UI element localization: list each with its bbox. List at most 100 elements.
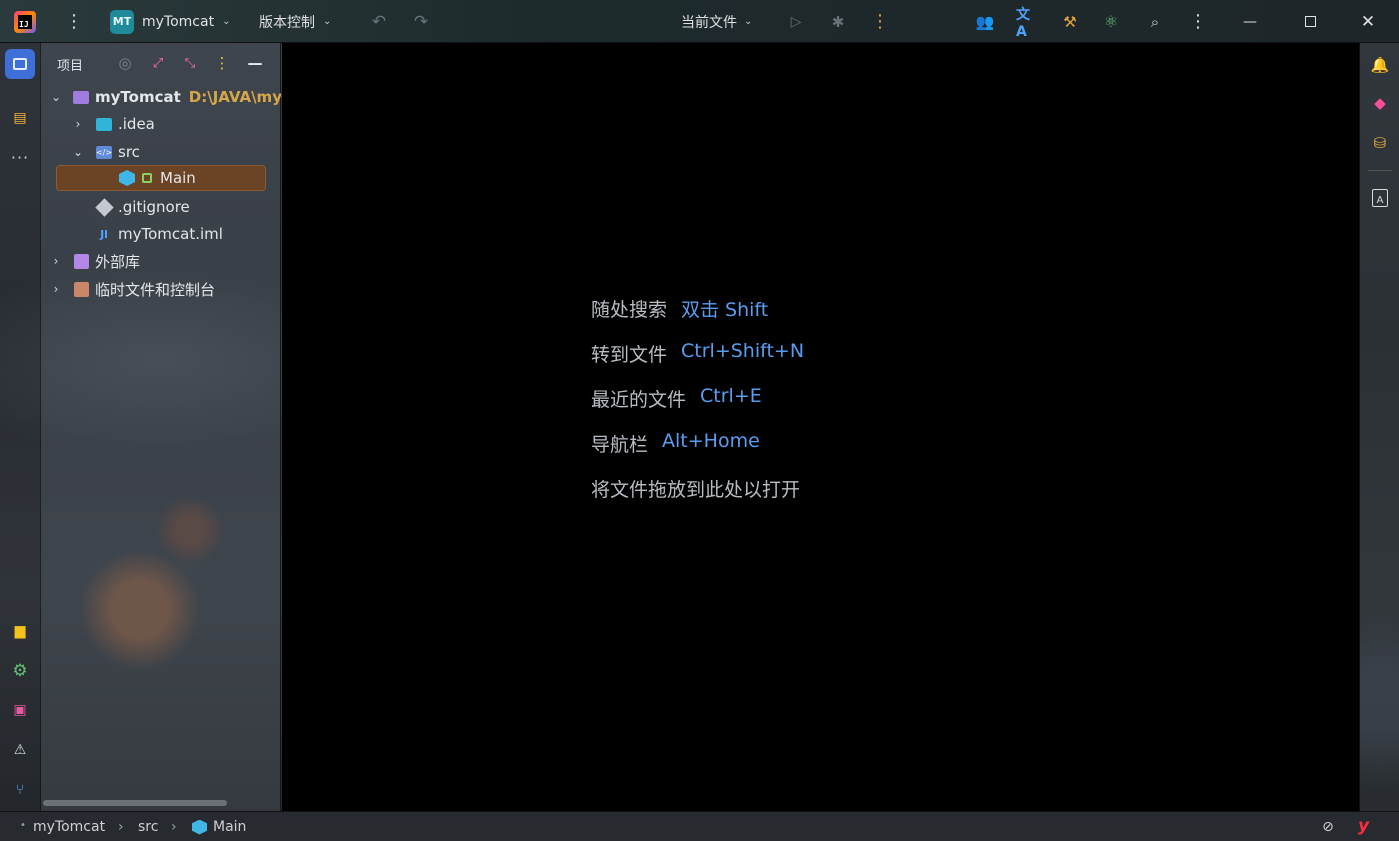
lock-icon [138,169,156,187]
tree-item-path: D:\JAVA\my [188,88,281,106]
tree-item-main[interactable]: Main [56,165,266,191]
right-tool-strip: 🔔 ◆ ⛁ A [1359,43,1399,811]
tree-item-iml[interactable]: Jl myTomcat.iml [41,221,281,247]
project-badge: MT [110,9,134,34]
tools-icon[interactable]: ⚒ [1060,0,1080,43]
chevron-down-icon: ⌄ [744,16,753,27]
idea-folder-icon [95,115,113,133]
chevron-down-icon[interactable]: ⌄ [49,90,63,104]
app-logo-icon[interactable]: IJ [12,0,38,43]
hint-drop-files: 将文件拖放到此处以打开 [591,475,800,502]
plugin-badge-icon[interactable]: y [1358,816,1369,836]
terminal-icon[interactable]: ▣ [5,695,35,725]
structure-icon[interactable]: ▤ [5,103,35,133]
source-folder-icon: </> [95,145,113,159]
tree-item-label: 临时文件和控制台 [95,280,216,299]
hint-shortcut: Ctrl+Shift+N [681,340,805,362]
divider [1368,170,1392,171]
hint-recent-files: 最近的文件 Ctrl+E [591,385,762,412]
more-tools-icon[interactable]: ··· [5,142,35,172]
breadcrumb-src[interactable]: src [138,819,158,835]
vcs-label: 版本控制 [259,14,315,31]
chevron-right-icon[interactable]: › [49,254,63,268]
left-tool-strip: ▤ ··· ▆ ⚙ ▣ ⚠ ⑂ [0,43,41,811]
hint-action: 导航栏 [591,434,649,456]
tree-item-scratches[interactable]: › 临时文件和控制台 [41,276,281,302]
project-panel-title: 项目 [57,59,84,74]
debug-icon[interactable]: ✱ [828,0,848,43]
options-icon[interactable]: ⋮ [212,53,232,73]
chevron-down-icon[interactable]: ⌄ [71,145,85,159]
chevron-down-icon: ⌄ [222,16,231,27]
translate-icon[interactable]: 文A [1016,0,1038,43]
vcs-menu[interactable]: 版本控制 ⌄ [259,0,331,43]
hint-action: 转到文件 [591,344,668,366]
java-class-icon [192,819,207,835]
library-icon [72,252,90,270]
horizontal-scrollbar[interactable] [43,800,227,806]
tree-item-mytomcat[interactable]: ⌄ myTomcat D:\JAVA\my [41,84,281,110]
module-folder-icon [72,88,90,106]
minimize-icon[interactable]: — [1240,0,1260,43]
hint-shortcut: Alt+Home [662,430,760,452]
hint-shortcut: 双击 Shift [681,299,769,321]
collapse-all-icon[interactable]: ⤡ [180,53,200,73]
more-icon[interactable]: ⋮ [1188,0,1208,43]
close-icon[interactable]: ✕ [1356,0,1380,43]
database-icon[interactable]: ⛁ [1368,131,1392,155]
git-file-icon [94,197,114,217]
chevron-right-icon[interactable]: › [49,282,63,296]
tree-item-idea[interactable]: › .idea [41,111,281,137]
undo-icon[interactable]: ↶ [368,0,390,43]
java-class-icon [118,169,136,187]
services-icon[interactable]: ⚙ [5,656,35,686]
ai-assistant-icon[interactable]: ◆ [1368,91,1392,115]
hide-panel-icon[interactable]: — [245,53,265,73]
tree-item-label: myTomcat.iml [118,225,223,243]
status-bar: • myTomcat › src › Main ⊘ y [0,811,1399,841]
build-icon[interactable]: ▆ [5,616,35,646]
breadcrumb-dot: • [20,820,26,831]
reader-mode-icon[interactable]: A [1368,186,1392,210]
redo-icon[interactable]: ↷ [410,0,432,43]
tree-item-external-libraries[interactable]: › 外部库 [41,248,281,274]
tree-item-label: Main [160,169,196,187]
project-icon[interactable] [5,49,35,79]
main-menu-icon[interactable]: ⋮ [62,0,86,43]
hint-navigation-bar: 导航栏 Alt+Home [591,430,760,457]
chevron-right-icon: › [171,819,177,835]
breadcrumb-project[interactable]: myTomcat [33,819,105,835]
atom-icon[interactable]: ⚛ [1101,0,1121,43]
eye-off-icon[interactable]: ⊘ [1319,818,1337,836]
chevron-right-icon[interactable]: › [71,117,85,131]
hint-action: 随处搜索 [591,299,668,321]
logo-text: IJ [18,14,32,29]
run-config-selector[interactable]: 当前文件 ⌄ [681,0,752,43]
hint-action: 最近的文件 [591,389,687,411]
tree-item-label: 外部库 [95,252,141,271]
code-with-me-icon[interactable]: 👥 [975,0,995,43]
hint-shortcut: Ctrl+E [700,385,762,407]
tree-item-label: .gitignore [118,198,190,216]
maximize-icon[interactable] [1298,0,1322,43]
iml-file-icon: Jl [100,227,108,241]
tree-item-gitignore[interactable]: .gitignore [41,194,281,220]
notifications-icon[interactable]: 🔔 [1368,53,1392,77]
expand-all-icon[interactable]: ⤢ [148,53,168,73]
search-icon[interactable]: ⌕ [1145,0,1165,43]
project-panel: 项目 ◎ ⤢ ⤡ ⋮ — ⌄ myTomcat D:\JAVA\my › .ide… [41,43,281,811]
breadcrumb-main[interactable]: Main [192,819,246,835]
locate-icon[interactable]: ◎ [115,53,135,73]
chevron-down-icon: ⌄ [323,16,332,27]
more-actions-icon[interactable]: ⋮ [870,0,890,43]
editor-area[interactable]: 随处搜索 双击 Shift 转到文件 Ctrl+Shift+N 最近的文件 Ct… [282,43,1359,811]
problems-icon[interactable]: ⚠ [5,735,35,765]
project-switcher[interactable]: MT myTomcat ⌄ [110,0,230,43]
run-icon[interactable]: ▷ [786,0,806,43]
tree-item-label: .idea [118,115,155,133]
git-icon[interactable]: ⑂ [5,775,35,805]
hint-goto-file: 转到文件 Ctrl+Shift+N [591,340,804,367]
project-panel-header: 项目 ◎ ⤢ ⤡ ⋮ — [41,43,281,83]
scratch-icon [72,280,90,298]
tree-item-src[interactable]: ⌄ </> src [41,139,281,165]
